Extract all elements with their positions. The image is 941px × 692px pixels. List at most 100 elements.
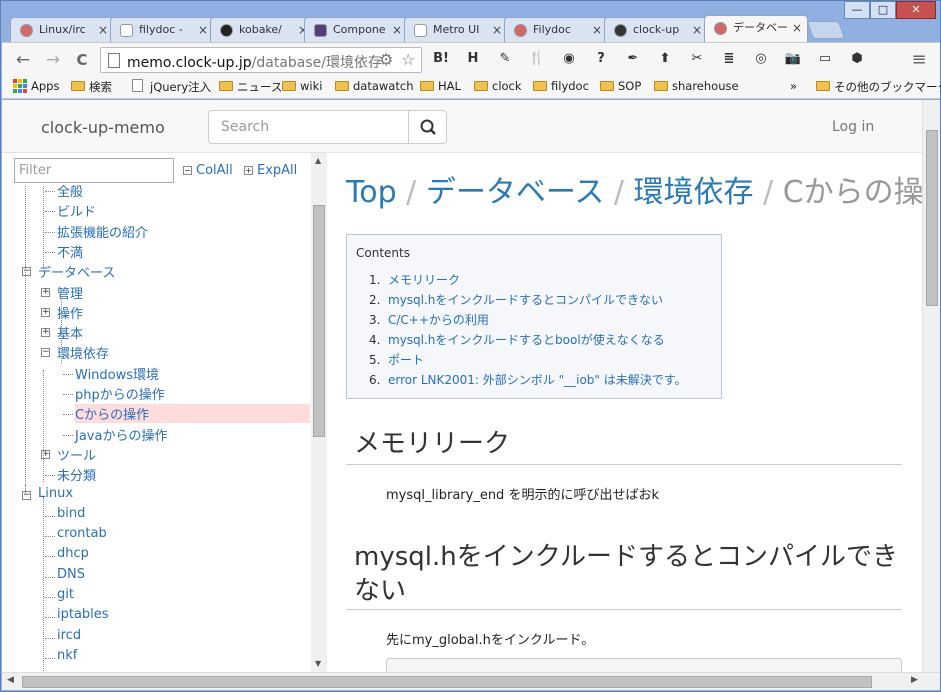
scroll-right-arrow[interactable]: ▶ bbox=[911, 675, 918, 685]
extension-icon[interactable]: 🍴 bbox=[527, 49, 547, 69]
sidebar-scrollbar[interactable]: ▲ ▼ bbox=[311, 153, 327, 672]
tree-node[interactable]: Windows環境 bbox=[75, 364, 159, 383]
tree-node[interactable]: ビルド bbox=[57, 201, 96, 220]
collapse-icon[interactable]: − bbox=[41, 348, 50, 358]
tab-7[interactable]: データベー × bbox=[704, 15, 808, 42]
bookmark-5[interactable]: datawatch bbox=[335, 79, 413, 93]
extension-icon[interactable]: ✒ bbox=[623, 49, 643, 69]
toc-link[interactable]: error LNK2001: 外部シンボル "__iob" は未解決です。 bbox=[388, 373, 687, 387]
breadcrumb-env[interactable]: 環境依存 bbox=[634, 175, 754, 210]
extension-icon[interactable]: ? bbox=[591, 49, 611, 69]
page-scroll-thumb[interactable] bbox=[926, 130, 938, 306]
tab-close-icon[interactable]: × bbox=[792, 16, 802, 40]
tab-close-icon[interactable]: × bbox=[492, 18, 502, 42]
extension-icon[interactable]: ⬆ bbox=[655, 49, 675, 69]
tree-node[interactable]: nkf bbox=[57, 648, 77, 663]
expand-icon[interactable]: + bbox=[41, 328, 50, 338]
bookmark-6[interactable]: HAL bbox=[420, 79, 461, 93]
extension-icon[interactable]: H bbox=[463, 49, 483, 69]
tree-node[interactable]: 不満 bbox=[57, 242, 83, 261]
forward-button[interactable]: → bbox=[42, 49, 64, 71]
toc-item[interactable]: 3. C/C++からの利用 bbox=[356, 311, 687, 331]
login-link[interactable]: Log in bbox=[832, 119, 874, 135]
expand-all-button[interactable]: + ExpAll bbox=[244, 163, 297, 178]
new-tab-button[interactable] bbox=[806, 21, 846, 39]
back-button[interactable]: ← bbox=[12, 49, 34, 71]
tree-node[interactable]: bind bbox=[57, 506, 85, 521]
bookmark-1[interactable]: 検索 bbox=[71, 79, 112, 95]
tree-node[interactable]: dhcp bbox=[57, 546, 89, 561]
page-scrollbar[interactable] bbox=[922, 100, 940, 672]
toc-link[interactable]: ポート bbox=[388, 353, 424, 367]
bookmark-star-icon[interactable]: ☆ bbox=[401, 50, 415, 69]
tab-4[interactable]: Metro UI × bbox=[404, 17, 508, 42]
toc-link[interactable]: mysql.hをインクルードするとboolが使えなくなる bbox=[388, 333, 665, 347]
search-button[interactable] bbox=[408, 110, 447, 144]
extension-icon[interactable]: B! bbox=[431, 49, 451, 69]
bookmark-0[interactable]: Apps bbox=[13, 79, 59, 93]
tree-node[interactable]: Cからの操作 bbox=[75, 404, 310, 424]
tab-close-icon[interactable]: × bbox=[98, 18, 108, 42]
reload-button[interactable]: C bbox=[71, 49, 93, 71]
extension-icon[interactable]: ≣ bbox=[719, 49, 739, 69]
tree-node[interactable]: phpからの操作 bbox=[75, 384, 165, 403]
extension-icon[interactable]: ◎ bbox=[751, 49, 771, 69]
chrome-menu-button[interactable]: ≡ bbox=[908, 49, 930, 71]
bookmark-3[interactable]: ニュース bbox=[219, 79, 282, 95]
toc-link[interactable]: mysql.hをインクルードするとコンパイルできない bbox=[388, 293, 663, 307]
extension-icon[interactable]: ⬢ bbox=[847, 49, 867, 69]
address-bar[interactable]: memo.clock-up.jp/database/環境依存 ⚙ ☆ bbox=[100, 47, 422, 73]
bookmarks-more-button[interactable]: » bbox=[790, 79, 797, 93]
tree-node[interactable]: 全般 bbox=[57, 185, 83, 200]
expand-icon[interactable]: + bbox=[41, 307, 50, 317]
tab-close-icon[interactable]: × bbox=[198, 18, 208, 42]
tree-node[interactable]: 拡張機能の紹介 bbox=[57, 222, 148, 241]
scroll-down-arrow[interactable]: ▼ bbox=[315, 659, 321, 668]
address-url[interactable]: memo.clock-up.jp/database/環境依存 bbox=[127, 52, 382, 72]
collapse-icon[interactable]: − bbox=[22, 267, 31, 277]
sidebar-scroll-thumb[interactable] bbox=[313, 205, 325, 437]
bookmark-9[interactable]: SOP bbox=[600, 79, 641, 93]
filter-input[interactable] bbox=[14, 158, 174, 183]
extension-icon[interactable]: 📷 bbox=[783, 49, 803, 69]
collapse-all-button[interactable]: − ColAll bbox=[183, 163, 233, 178]
extension-icon[interactable]: ✂ bbox=[687, 49, 707, 69]
bookmark-2[interactable]: jQuery注入 bbox=[132, 79, 211, 95]
tab-close-icon[interactable]: × bbox=[692, 18, 702, 42]
tab-close-icon[interactable]: × bbox=[392, 18, 402, 42]
tree-node[interactable]: ircd bbox=[57, 628, 81, 643]
tree-node[interactable]: git bbox=[57, 587, 74, 602]
horizontal-scrollbar[interactable]: ◀ ▶ bbox=[2, 672, 940, 690]
extension-icon[interactable]: ▭ bbox=[815, 49, 835, 69]
toc-item[interactable]: 4. mysql.hをインクルードするとboolが使えなくなる bbox=[356, 331, 687, 351]
settings-gear-icon[interactable]: ⚙ bbox=[379, 50, 393, 69]
tab-5[interactable]: Filydoc × bbox=[504, 17, 608, 42]
toc-item[interactable]: 1. メモリリーク bbox=[356, 271, 687, 291]
search-input[interactable] bbox=[208, 110, 410, 144]
toc-item[interactable]: 6. error LNK2001: 外部シンボル "__iob" は未解決です。 bbox=[356, 371, 687, 391]
horizontal-scroll-thumb[interactable] bbox=[22, 676, 872, 688]
bookmark-10[interactable]: sharehouse bbox=[654, 79, 739, 93]
tab-3[interactable]: Compone × bbox=[304, 17, 408, 42]
tree-node[interactable]: crontab bbox=[57, 526, 107, 541]
tree-node[interactable]: iptables bbox=[57, 607, 109, 622]
extension-icon[interactable]: ◉ bbox=[559, 49, 579, 69]
tab-1[interactable]: filydoc - × bbox=[110, 17, 214, 42]
tab-close-icon[interactable]: × bbox=[592, 18, 602, 42]
site-brand[interactable]: clock-up-memo bbox=[41, 118, 165, 137]
breadcrumb-database[interactable]: データベース bbox=[426, 175, 605, 210]
tab-6[interactable]: clock-up × bbox=[604, 17, 708, 42]
toc-link[interactable]: C/C++からの利用 bbox=[388, 313, 489, 327]
collapse-icon[interactable]: − bbox=[22, 490, 31, 500]
scroll-left-arrow[interactable]: ◀ bbox=[7, 675, 14, 685]
tree-node[interactable]: DNS bbox=[57, 567, 85, 582]
tab-0[interactable]: Linux/irc × bbox=[10, 17, 114, 42]
bookmark-7[interactable]: clock bbox=[474, 79, 522, 93]
tree-node[interactable]: ツール bbox=[57, 445, 96, 464]
breadcrumb-top[interactable]: Top bbox=[346, 175, 397, 210]
toc-item[interactable]: 5. ポート bbox=[356, 351, 687, 371]
toc-link[interactable]: メモリリーク bbox=[388, 273, 460, 287]
toc-item[interactable]: 2. mysql.hをインクルードするとコンパイルできない bbox=[356, 291, 687, 311]
expand-icon[interactable]: + bbox=[41, 287, 50, 297]
extension-icon[interactable]: ✎ bbox=[495, 49, 515, 69]
